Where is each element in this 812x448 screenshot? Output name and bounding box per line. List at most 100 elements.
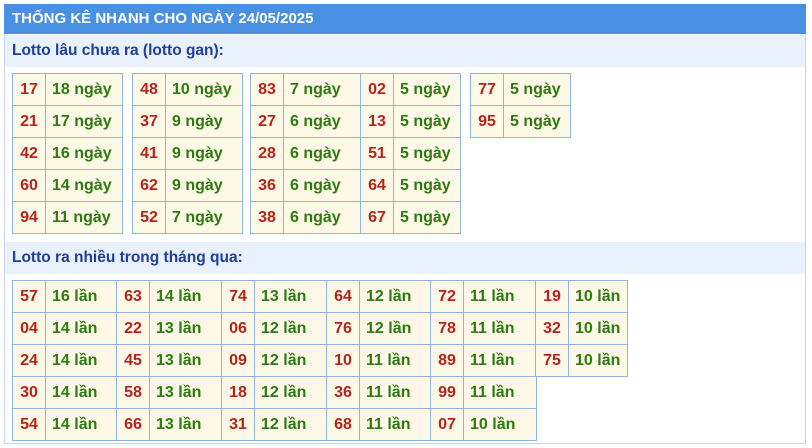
table-row: 83 7 ngày <box>250 73 361 106</box>
lotto-count: 11 lần <box>463 344 537 377</box>
table-row: 57 16 lần <box>12 280 120 313</box>
section-heading-frequent: Lotto ra nhiều trong tháng qua: <box>5 242 805 274</box>
table-row: 52 7 ngày <box>132 201 243 234</box>
table-row: 68 11 lần <box>326 408 433 441</box>
table-row: 94 11 ngày <box>12 201 123 234</box>
lotto-count: 5 ngày <box>503 105 571 138</box>
lotto-count: 13 lần <box>149 312 224 345</box>
table-row: 07 10 lần <box>430 408 537 441</box>
lotto-count: 5 ngày <box>393 169 461 202</box>
gan-table-4: 02 5 ngày 13 5 ngày 51 5 ngày 64 5 ngày 67 5 ngày <box>360 73 461 234</box>
freq-table-3: 74 13 lần 06 12 lần 09 12 lần 18 12 lần 31 12 lần <box>221 280 329 441</box>
lotto-number: 77 <box>470 73 504 106</box>
table-row: 64 5 ngày <box>360 169 461 202</box>
lotto-number: 09 <box>221 344 255 377</box>
lotto-count: 11 lần <box>359 408 433 441</box>
lotto-count: 9 ngày <box>165 137 243 170</box>
table-row: 19 10 lần <box>535 280 628 313</box>
lotto-count: 10 ngày <box>165 73 243 106</box>
lotto-count: 13 lần <box>149 376 224 409</box>
table-row: 02 5 ngày <box>360 73 461 106</box>
table-row: 99 11 lần <box>430 376 537 409</box>
lotto-count: 12 lần <box>254 376 329 409</box>
lotto-number: 22 <box>116 312 150 345</box>
lotto-number: 83 <box>250 73 284 106</box>
table-row: 10 11 lần <box>326 344 433 377</box>
lotto-count: 11 ngày <box>45 201 123 234</box>
lotto-count: 5 ngày <box>503 73 571 106</box>
table-row: 22 13 lần <box>116 312 224 345</box>
gan-table-2: 48 10 ngày 37 9 ngày 41 9 ngày 62 9 ngày 52 7 ngà… <box>132 73 243 234</box>
table-row: 64 12 lần <box>326 280 433 313</box>
lotto-count: 11 lần <box>359 376 433 409</box>
table-row: 58 13 lần <box>116 376 224 409</box>
lotto-count: 10 lần <box>568 312 628 345</box>
lotto-number: 17 <box>12 73 46 106</box>
lotto-number: 72 <box>430 280 464 313</box>
lotto-number: 51 <box>360 137 394 170</box>
table-row: 41 9 ngày <box>132 137 243 170</box>
table-row: 78 11 lần <box>430 312 537 345</box>
freq-table-4: 64 12 lần 76 12 lần 10 11 lần 36 11 lần 68 11 lần <box>326 280 433 441</box>
lotto-count: 7 ngày <box>283 73 361 106</box>
lotto-count: 14 lần <box>45 312 120 345</box>
table-row: 48 10 ngày <box>132 73 243 106</box>
lotto-number: 54 <box>12 408 46 441</box>
lotto-number: 45 <box>116 344 150 377</box>
lotto-number: 60 <box>12 169 46 202</box>
table-row: 74 13 lần <box>221 280 329 313</box>
lotto-number: 78 <box>430 312 464 345</box>
lotto-number: 63 <box>116 280 150 313</box>
table-row: 66 13 lần <box>116 408 224 441</box>
table-row: 63 14 lần <box>116 280 224 313</box>
lotto-count: 16 lần <box>45 280 120 313</box>
lotto-number: 07 <box>430 408 464 441</box>
lotto-number: 58 <box>116 376 150 409</box>
table-row: 95 5 ngày <box>470 105 571 138</box>
freq-table-2: 63 14 lần 22 13 lần 45 13 lần 58 13 lần 66 13 lần <box>116 280 224 441</box>
lotto-number: 48 <box>132 73 166 106</box>
lotto-number: 21 <box>12 105 46 138</box>
table-row: 06 12 lần <box>221 312 329 345</box>
lotto-number: 62 <box>132 169 166 202</box>
table-row: 76 12 lần <box>326 312 433 345</box>
lotto-number: 04 <box>12 312 46 345</box>
table-row: 17 18 ngày <box>12 73 123 106</box>
lotto-count: 11 lần <box>359 344 433 377</box>
lotto-count: 18 ngày <box>45 73 123 106</box>
gan-table-3: 83 7 ngày 27 6 ngày 28 6 ngày 36 6 ngày 38 6 ngày <box>250 73 361 234</box>
lotto-number: 64 <box>326 280 360 313</box>
table-row: 04 14 lần <box>12 312 120 345</box>
freq-table-1: 57 16 lần 04 14 lần 24 14 lần 30 14 lần 54 14 lần <box>12 280 120 441</box>
lotto-number: 74 <box>221 280 255 313</box>
table-row: 51 5 ngày <box>360 137 461 170</box>
lotto-count: 5 ngày <box>393 137 461 170</box>
table-row: 30 14 lần <box>12 376 120 409</box>
lotto-number: 36 <box>326 376 360 409</box>
lotto-number: 75 <box>535 344 569 377</box>
lotto-number: 32 <box>535 312 569 345</box>
lotto-number: 19 <box>535 280 569 313</box>
table-row: 77 5 ngày <box>470 73 571 106</box>
lotto-number: 31 <box>221 408 255 441</box>
table-row: 89 11 lần <box>430 344 537 377</box>
lotto-count: 14 lần <box>45 344 120 377</box>
lotto-count: 6 ngày <box>283 105 361 138</box>
lotto-count: 10 lần <box>568 280 628 313</box>
lotto-number: 76 <box>326 312 360 345</box>
lotto-number: 99 <box>430 376 464 409</box>
table-row: 24 14 lần <box>12 344 120 377</box>
lotto-number: 36 <box>250 169 284 202</box>
lotto-number: 24 <box>12 344 46 377</box>
lotto-number: 89 <box>430 344 464 377</box>
lotto-count: 13 lần <box>254 280 329 313</box>
lotto-number: 28 <box>250 137 284 170</box>
lotto-count: 12 lần <box>254 408 329 441</box>
lotto-count: 11 lần <box>463 280 537 313</box>
lotto-number: 68 <box>326 408 360 441</box>
table-row: 72 11 lần <box>430 280 537 313</box>
lotto-number: 37 <box>132 105 166 138</box>
lotto-count: 5 ngày <box>393 105 461 138</box>
lotto-number: 52 <box>132 201 166 234</box>
table-row: 67 5 ngày <box>360 201 461 234</box>
